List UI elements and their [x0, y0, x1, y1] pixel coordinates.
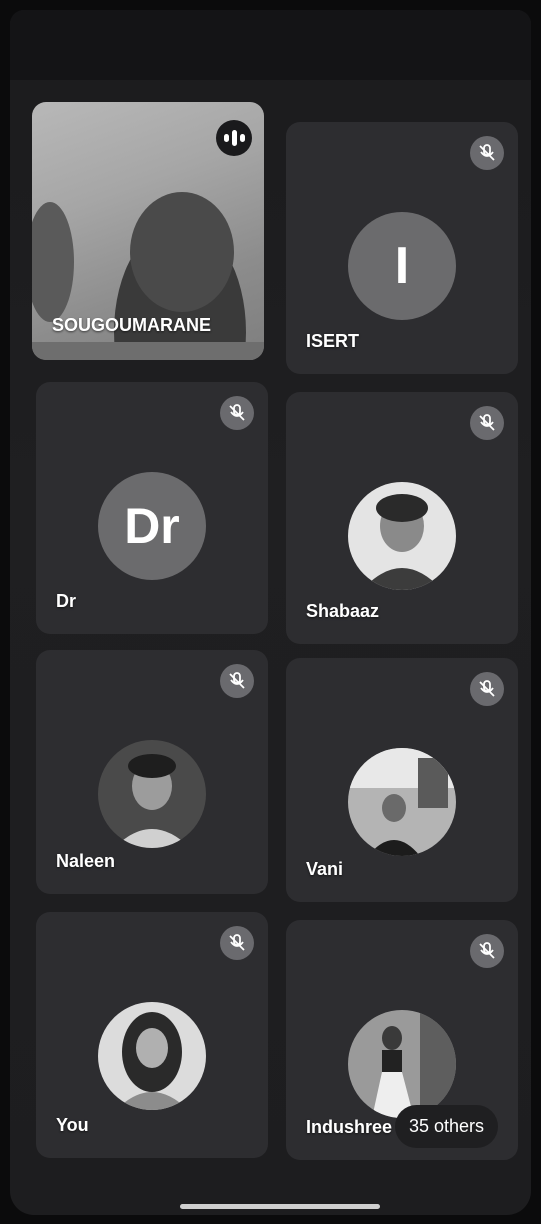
- mic-off-icon: [470, 934, 504, 968]
- home-indicator[interactable]: [180, 1204, 380, 1209]
- participant-tile-you[interactable]: You: [36, 912, 268, 1158]
- participant-tile-shabaaz[interactable]: Shabaaz: [286, 392, 518, 644]
- participant-tile-naleen[interactable]: Naleen: [36, 650, 268, 894]
- avatar-photo: [98, 740, 206, 848]
- mic-off-icon: [470, 406, 504, 440]
- participant-tile-indushree[interactable]: Indushree 35 others: [286, 920, 518, 1160]
- mic-off-icon: [470, 136, 504, 170]
- avatar-photo: [348, 482, 456, 590]
- avatar-photo: [348, 748, 456, 856]
- mic-off-icon: [220, 396, 254, 430]
- mic-off-icon: [220, 926, 254, 960]
- avatar-photo: [348, 1010, 456, 1118]
- participant-name: ISERT: [306, 331, 360, 351]
- speaking-indicator-icon: [216, 120, 252, 156]
- mic-off-icon: [470, 672, 504, 706]
- participant-tile-isert[interactable]: I ISERT: [286, 122, 518, 374]
- participant-name: SOUGOUMARANE: [52, 315, 212, 335]
- participant-name: You: [56, 1115, 89, 1135]
- avatar-initial: I: [348, 212, 456, 320]
- top-bar: [10, 10, 531, 80]
- participant-name: Vani: [306, 859, 344, 879]
- avatar-initial: Dr: [98, 472, 206, 580]
- participant-tile-dr[interactable]: Dr Dr: [36, 382, 268, 634]
- mic-off-icon: [220, 664, 254, 698]
- others-count-button[interactable]: 35 others: [394, 1105, 498, 1148]
- participant-name: Shabaaz: [306, 601, 380, 621]
- participant-tile-vani[interactable]: Vani: [286, 658, 518, 902]
- participant-tile-sougoumarane[interactable]: SOUGOUMARANE: [32, 102, 264, 360]
- participant-name: Indushree: [306, 1117, 393, 1137]
- meeting-screen: SOUGOUMARANE I ISERT Dr Dr Shabaaz Nalee…: [10, 10, 531, 1215]
- participant-name: Dr: [56, 591, 77, 611]
- participant-name: Naleen: [56, 851, 116, 871]
- avatar-photo: [98, 1002, 206, 1110]
